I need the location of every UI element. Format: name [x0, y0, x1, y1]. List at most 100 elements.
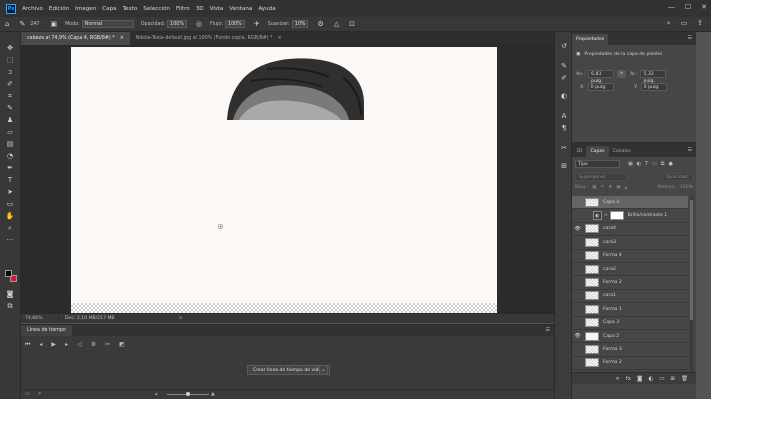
y-field[interactable]: 0 pulg.: [640, 83, 667, 91]
more-tools-icon[interactable]: ···: [4, 236, 16, 245]
menu-vista[interactable]: Vista: [210, 6, 224, 12]
blend-mode-select[interactable]: Superponer: [575, 173, 627, 181]
history-icon[interactable]: ↺: [559, 42, 569, 51]
brush-settings-icon[interactable]: ✎: [559, 62, 569, 71]
create-timeline-dropdown[interactable]: ⌄: [319, 365, 328, 375]
add-mask-icon[interactable]: ◙: [637, 376, 642, 382]
lock-paint-icon[interactable]: ✎: [601, 185, 605, 191]
home-icon[interactable]: ⌂: [5, 20, 9, 28]
menu-ventana[interactable]: Ventana: [229, 6, 252, 12]
menu-ayuda[interactable]: Ayuda: [258, 6, 275, 12]
layer-row[interactable]: cara2: [572, 263, 688, 277]
status-arrow-icon[interactable]: >: [179, 316, 183, 321]
marquee-tool-icon[interactable]: ⬚: [4, 56, 16, 65]
new-group-icon[interactable]: ▭: [659, 376, 664, 382]
lock-all-icon[interactable]: 🔒︎: [625, 185, 627, 191]
menu-filtro[interactable]: Filtro: [176, 6, 190, 12]
airbrush-icon[interactable]: ✈: [254, 20, 260, 28]
layer-style-icon[interactable]: fx: [626, 376, 631, 382]
quick-mask-icon[interactable]: ◙: [4, 290, 16, 299]
link-layers-icon[interactable]: ∞: [615, 376, 620, 382]
panel-menu-icon[interactable]: ☰: [688, 35, 692, 41]
timeline-tab[interactable]: Línea de tiempo: [21, 325, 72, 336]
brushes-icon[interactable]: ✐: [559, 74, 569, 83]
brush-tool-icon[interactable]: ✎: [19, 20, 25, 28]
layer-row[interactable]: cara1: [572, 290, 688, 304]
layer-row[interactable]: Forma 3: [572, 343, 688, 357]
render-icon[interactable]: ▭: [25, 391, 30, 397]
filter-pixel-icon[interactable]: ▣: [628, 161, 633, 167]
shape-tool-icon[interactable]: ▭: [4, 200, 16, 209]
angle-icon[interactable]: △: [334, 20, 339, 28]
paragraph-icon[interactable]: ¶: [559, 124, 569, 133]
height-field[interactable]: 5,33 pulg.: [640, 70, 667, 84]
convert-icon[interactable]: ↗: [37, 391, 41, 397]
tab-properties[interactable]: Propiedades: [572, 34, 609, 45]
layer-row[interactable]: Forma 2: [572, 357, 688, 371]
layers-scrollbar[interactable]: [690, 196, 693, 376]
maximize-icon[interactable]: ☐: [685, 3, 691, 11]
filter-type-icon[interactable]: T: [645, 161, 648, 167]
tab-cabeza[interactable]: cabeza al 74,9% (Capa 4, RGB/8#) * ×: [21, 32, 130, 45]
audio-icon[interactable]: ◁: [77, 341, 82, 349]
screen-mode-icon[interactable]: ⧉: [4, 302, 16, 311]
filter-adjust-icon[interactable]: ◐: [637, 161, 641, 167]
character-icon[interactable]: A: [559, 112, 569, 121]
new-layer-icon[interactable]: ⊞: [670, 376, 675, 382]
menu-3d[interactable]: 3D: [196, 6, 204, 12]
lock-artboard-icon[interactable]: ▣: [616, 185, 620, 191]
fill-value[interactable]: 100%: [680, 185, 693, 191]
width-field[interactable]: 6,83 pulg.: [588, 70, 615, 84]
first-frame-icon[interactable]: ⏮: [25, 341, 30, 349]
panel-menu-icon[interactable]: ☰: [546, 327, 550, 333]
layer-row[interactable]: Forma 2: [572, 276, 688, 290]
lasso-tool-icon[interactable]: ↄ: [4, 68, 16, 77]
delete-layer-icon[interactable]: 🗑︎: [681, 376, 688, 382]
crop-tool-icon[interactable]: ⌗: [4, 92, 16, 101]
eye-icon[interactable]: 👁︎: [572, 226, 583, 232]
brush-size[interactable]: 247: [30, 22, 39, 27]
x-field[interactable]: 0 pulg.: [587, 83, 614, 91]
layer-row[interactable]: cara3: [572, 236, 688, 250]
stamp-tool-icon[interactable]: ♟: [4, 116, 16, 125]
flow-field[interactable]: 100%: [225, 20, 245, 28]
settings-icon[interactable]: ⚙: [91, 341, 96, 349]
filter-shape-icon[interactable]: ▭: [652, 161, 657, 167]
next-frame-icon[interactable]: ▸: [65, 341, 68, 349]
menu-edicion[interactable]: Edición: [49, 6, 69, 12]
workspace-icon[interactable]: ▭: [681, 19, 688, 28]
layer-row[interactable]: Forma 1: [572, 303, 688, 317]
path-select-tool-icon[interactable]: ➤: [4, 188, 16, 197]
prev-frame-icon[interactable]: ◂: [39, 341, 42, 349]
pressure-opacity-icon[interactable]: ◎: [196, 20, 202, 28]
create-video-timeline-button[interactable]: Crear línea de tiempo de vídeo: [247, 365, 331, 375]
share-icon[interactable]: ⇪: [697, 19, 703, 28]
zoom-in-icon[interactable]: ▲: [211, 391, 215, 397]
filter-toggle-icon[interactable]: ●: [668, 161, 672, 167]
play-icon[interactable]: ▶: [51, 341, 56, 349]
zoom-level[interactable]: 74,86%: [21, 316, 59, 321]
gradient-tool-icon[interactable]: ▤: [4, 140, 16, 149]
foreground-color-swatch[interactable]: [5, 270, 12, 277]
layer-row[interactable]: ◐ ∞ Brillo/contraste 1: [572, 209, 688, 223]
eraser-tool-icon[interactable]: ▱: [4, 128, 16, 137]
layer-row[interactable]: Forma 4: [572, 250, 688, 263]
layer-row[interactable]: 👁︎ cara4: [572, 223, 688, 237]
tab-channels[interactable]: Canales: [609, 146, 635, 157]
panel-menu-icon[interactable]: ☰: [688, 147, 692, 153]
zoom-out-icon[interactable]: ▴: [155, 391, 158, 397]
minimize-icon[interactable]: —: [668, 3, 675, 11]
move-tool-icon[interactable]: ✥: [4, 44, 16, 53]
transition-icon[interactable]: ◩: [119, 341, 125, 349]
lock-move-icon[interactable]: ✥: [608, 185, 612, 191]
timeline-zoom-knob[interactable]: [186, 392, 190, 396]
menu-texto[interactable]: Texto: [123, 6, 138, 12]
brush-tool-icon[interactable]: ✎: [4, 104, 16, 113]
layer-row[interactable]: 👁︎ Capa 2: [572, 330, 688, 344]
scrollbar-thumb[interactable]: [690, 200, 693, 320]
smoothing-field[interactable]: 10%: [291, 20, 309, 28]
pen-tool-icon[interactable]: ✒: [4, 164, 16, 173]
tab-nikola-tesla[interactable]: Nikola-Tesla-default.jpg al 100% (Fondo …: [130, 32, 288, 45]
tab-layers[interactable]: Capas: [586, 146, 609, 157]
tab-3d[interactable]: 3D: [572, 146, 586, 157]
